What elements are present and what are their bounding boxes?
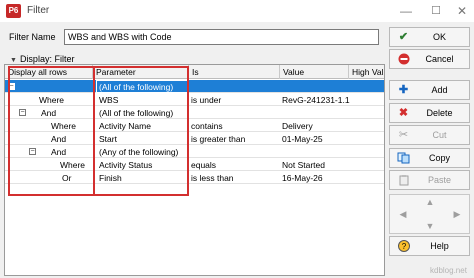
add-button[interactable]: ✚ Add (389, 80, 470, 100)
value-cell: Delivery (282, 121, 313, 131)
collapse-icon[interactable]: − (8, 83, 15, 90)
arrow-down-icon[interactable]: ▼ (421, 221, 439, 231)
column-header-parameter[interactable]: Parameter (93, 65, 189, 79)
check-icon: ✔ (398, 31, 409, 43)
connector-cell: And (51, 147, 67, 157)
close-button[interactable]: ✕ (447, 0, 474, 22)
chevron-down-icon: ▼ (10, 57, 17, 64)
table-row[interactable]: And Start is greater than 01-May-25 (5, 132, 384, 145)
help-icon: ? (397, 240, 410, 252)
value-cell: Not Started (282, 160, 325, 170)
parameter-cell: (All of the following) (99, 108, 174, 118)
connector-cell: And (41, 108, 57, 118)
add-label: Add (431, 85, 448, 95)
parameter-cell: WBS (99, 95, 119, 105)
svg-text:?: ? (401, 242, 406, 251)
paste-label: Paste (427, 175, 451, 185)
title-bar: P6 Filter — ☐ ✕ (0, 0, 474, 22)
cut-label: Cut (432, 130, 447, 140)
operator-cell: equals (191, 160, 217, 170)
table-row[interactable]: Or Finish is less than 16-May-26 (5, 171, 384, 184)
cancel-label: Cancel (425, 54, 454, 64)
connector-cell: Where (39, 95, 65, 105)
watermark-text: kdblog.net (430, 266, 467, 275)
arrow-right-icon[interactable]: ▶ (448, 209, 466, 220)
parameter-cell: Activity Status (99, 160, 153, 170)
operator-cell: is under (191, 95, 222, 105)
connector-cell: Where (51, 121, 77, 131)
display-filter-header[interactable]: ▼ Display: Filter (10, 54, 74, 64)
p6-app-icon: P6 (6, 4, 21, 18)
operator-cell: contains (191, 121, 223, 131)
table-row[interactable]: Where WBS is under RevG-241231-1.1 (5, 93, 384, 106)
arrow-left-icon[interactable]: ◀ (394, 209, 412, 220)
table-row[interactable]: Where Activity Status equals Not Started (5, 158, 384, 171)
copy-button[interactable]: Copy (389, 148, 470, 168)
column-header-value[interactable]: Value (280, 65, 349, 79)
connector-cell: Where (60, 160, 86, 170)
parameter-cell: Finish (99, 173, 122, 183)
parameter-cell: (Any of the following) (99, 147, 179, 157)
ok-label: OK (432, 32, 446, 42)
table-row[interactable]: − And (Any of the following) (5, 145, 384, 158)
connector-cell: And (51, 134, 67, 144)
parameter-cell: (All of the following) (99, 82, 174, 92)
no-entry-icon (397, 53, 410, 65)
display-filter-label: Display: Filter (19, 54, 75, 64)
ok-button[interactable]: ✔ OK (389, 27, 470, 47)
delete-label: Delete (426, 108, 453, 118)
paste-icon (397, 174, 410, 186)
parameter-cell: Activity Name (99, 121, 151, 131)
move-arrows-pad: ▲ ◀ ▶ ▼ (389, 194, 470, 234)
scissors-icon: ✂ (398, 129, 409, 141)
column-header-is[interactable]: Is (189, 65, 280, 79)
delete-button[interactable]: ✖ Delete (389, 103, 470, 123)
filter-name-label: Filter Name (9, 32, 56, 42)
minimize-button[interactable]: — (391, 0, 421, 22)
connector-cell: Or (62, 173, 72, 183)
column-header-display[interactable]: Display all rows (5, 65, 93, 79)
help-button[interactable]: ? Help (389, 236, 470, 256)
copy-label: Copy (428, 153, 450, 163)
cut-button[interactable]: ✂ Cut (389, 125, 470, 145)
operator-cell: is greater than (191, 134, 246, 144)
parameter-cell: Start (99, 134, 117, 144)
x-icon: ✖ (398, 107, 409, 119)
cancel-button[interactable]: Cancel (389, 49, 470, 69)
grid-header: Display all rows Parameter Is Value High… (5, 65, 384, 79)
column-header-high-value[interactable]: High Value (349, 65, 384, 79)
table-row[interactable]: − (All of the following) (5, 80, 384, 93)
collapse-icon[interactable]: − (19, 109, 26, 116)
arrow-up-icon[interactable]: ▲ (421, 197, 439, 207)
filter-dialog: P6 Filter — ☐ ✕ Filter Name WBS and WBS … (0, 0, 474, 278)
value-cell: 01-May-25 (282, 134, 323, 144)
paste-button[interactable]: Paste (389, 170, 470, 190)
plus-icon: ✚ (398, 84, 409, 96)
filter-grid[interactable]: Display all rows Parameter Is Value High… (4, 64, 385, 276)
window-title: Filter (27, 5, 50, 16)
operator-cell: is less than (191, 173, 234, 183)
collapse-icon[interactable]: − (29, 148, 36, 155)
filter-name-input[interactable]: WBS and WBS with Code (64, 29, 379, 45)
help-label: Help (430, 241, 449, 251)
table-row[interactable]: Where Activity Name contains Delivery (5, 119, 384, 132)
value-cell: RevG-241231-1.1 (282, 95, 350, 105)
value-cell: 16-May-26 (282, 173, 323, 183)
copy-icon (397, 152, 410, 164)
table-row[interactable]: − And (All of the following) (5, 106, 384, 119)
